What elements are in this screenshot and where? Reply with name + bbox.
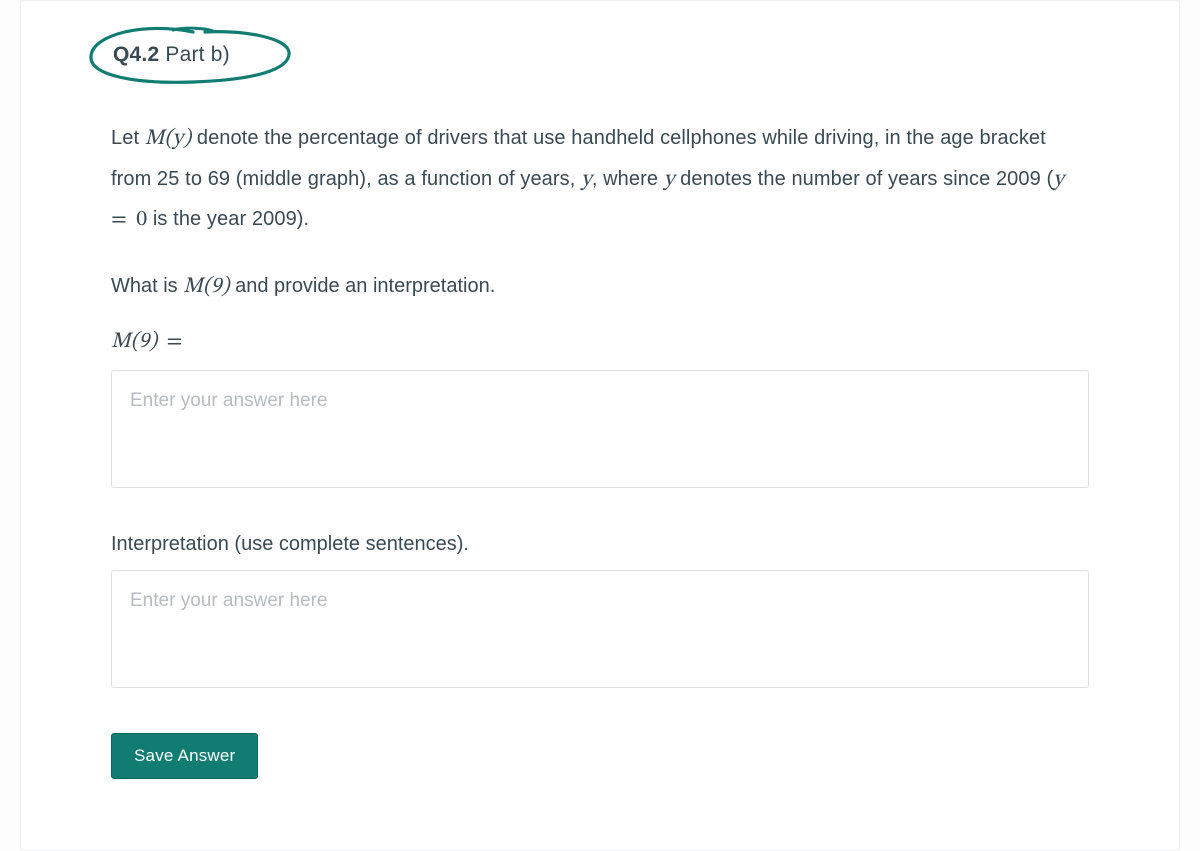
math-y: y (581, 169, 592, 191)
math-y: y (664, 169, 675, 191)
text: , where (592, 168, 664, 190)
text: Let (111, 127, 145, 149)
question-heading-wrap: Q4.2 Part b) (111, 37, 232, 73)
question-body: Let M(y) denote the percentage of driver… (111, 119, 1089, 241)
math-M-of-y: M(y) (145, 128, 191, 150)
text: and provide an interpretation. (230, 275, 496, 297)
math-equals: = (157, 331, 186, 353)
answer-input-1[interactable] (111, 370, 1089, 488)
math-M-of-9: M(9) (111, 331, 157, 353)
question-part: Part b) (165, 43, 229, 66)
math-M-of-9: M(9) (183, 276, 229, 298)
question-heading: Q4.2 Part b) (111, 37, 232, 73)
save-answer-button[interactable]: Save Answer (111, 733, 258, 779)
question-prompt: What is M(9) and provide an interpretati… (111, 273, 1089, 301)
text: is the year 2009). (147, 208, 309, 230)
text: What is (111, 275, 183, 297)
text: denotes the number of years since 2009 ( (675, 168, 1054, 190)
answer-input-2[interactable] (111, 570, 1089, 688)
equation-line: M(9) = (111, 327, 1089, 356)
math-y: y (1053, 169, 1064, 191)
question-card: Q4.2 Part b) Let M(y) denote the percent… (20, 0, 1180, 851)
question-number: Q4.2 (113, 43, 159, 66)
interpretation-label: Interpretation (use complete sentences). (111, 533, 1089, 556)
math-zero: 0 (136, 209, 147, 231)
